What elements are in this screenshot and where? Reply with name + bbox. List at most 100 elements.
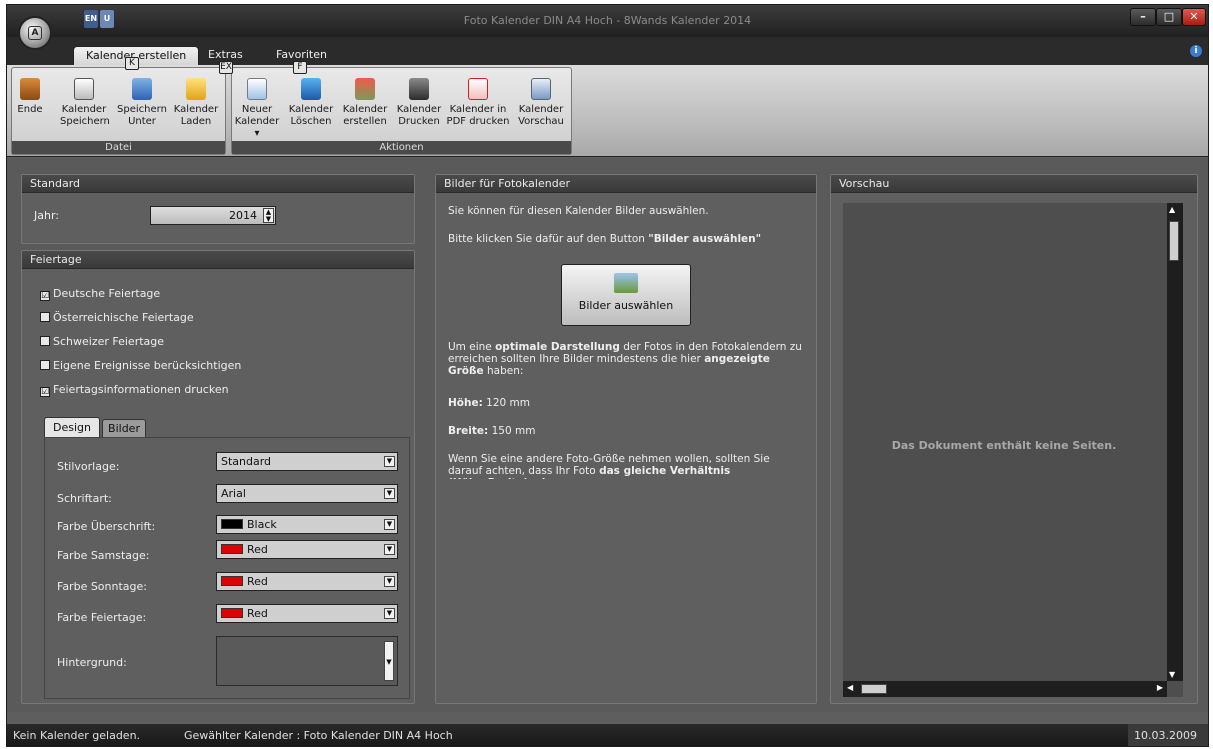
kalender-loeschen-button[interactable]: Kalender Löschen (286, 70, 336, 140)
chevron-down-icon: ▼ (384, 641, 394, 681)
standard-header: Standard (22, 175, 414, 193)
bilder-panel: Bilder für Fotokalender Sie können für d… (435, 174, 817, 704)
kalender-laden-button[interactable]: Kalender Laden (172, 70, 220, 140)
ende-button[interactable]: Ende (14, 70, 46, 140)
checkbox-eigene-ereignisse[interactable]: Eigene Ereignisse berücksichtigen (40, 359, 241, 372)
new-document-icon (247, 78, 267, 100)
speichern-unter-button[interactable]: Speichern Unter (116, 70, 168, 140)
save-as-icon (132, 78, 152, 100)
keytip-k: K (125, 57, 139, 70)
ribbon: Ende Kalender Speichern Speichern Unter … (7, 65, 1208, 157)
color-swatch-red (221, 544, 243, 554)
tab-extras[interactable]: Extras (208, 48, 243, 61)
tab-favoriten[interactable]: Favoriten (276, 48, 327, 61)
farbe-sonntage-select[interactable]: Red ▼ (216, 572, 398, 591)
app-logo-icon: A (28, 26, 42, 40)
ribbon-group-datei: Ende Kalender Speichern Speichern Unter … (11, 67, 226, 155)
farbe-sonntage-label: Farbe Sonntage: (57, 580, 147, 593)
tab-design[interactable]: Design (44, 417, 100, 437)
neuer-kalender-button[interactable]: Neuer Kalender ▾ (234, 70, 280, 140)
app-window: Foto Kalender DIN A4 Hoch - 8Wands Kalen… (6, 4, 1209, 747)
preview-icon (531, 78, 551, 100)
checkbox-schweizer-feiertage[interactable]: Schweizer Feiertage (40, 335, 164, 348)
checkbox-deutsche-feiertage[interactable]: ☑ Deutsche Feiertage (40, 287, 160, 301)
calendar-icon (355, 78, 375, 100)
ribbon-tabs: Kalender erstellen Extras Favoriten K EX… (7, 37, 1208, 74)
trash-icon (301, 78, 321, 100)
stilvorlage-select[interactable]: Standard ▼ (216, 452, 398, 471)
chevron-down-icon: ▼ (384, 519, 395, 530)
status-left: Kein Kalender geladen. (13, 729, 141, 742)
bilder-size-text: Um eine optimale Darstellung der Fotos i… (448, 341, 802, 377)
bilder-header: Bilder für Fotokalender (436, 175, 816, 193)
scroll-left-icon[interactable]: ◀ (847, 683, 853, 692)
checkbox-oesterreichische-feiertage[interactable]: Österreichische Feiertage (40, 311, 194, 324)
checkbox-box (40, 336, 50, 346)
group-caption-datei: Datei (12, 141, 225, 154)
kalender-speichern-button[interactable]: Kalender Speichern (60, 70, 110, 140)
scroll-up-icon[interactable]: ▲ (1169, 205, 1175, 214)
year-spinner[interactable]: 2014 (150, 206, 276, 225)
chevron-down-icon: ▼ (384, 576, 395, 587)
main-content: Standard Jahr: 2014 ▲ ▼ Feiertage ☑ Deutsc… (7, 158, 1208, 712)
app-menu-button[interactable]: A (18, 16, 52, 50)
farbe-ueberschrift-select[interactable]: Black ▼ (216, 515, 398, 534)
bilder-auswaehlen-button[interactable]: Bilder auswählen (561, 264, 691, 326)
scroll-right-icon[interactable]: ▶ (1157, 683, 1163, 692)
breite-text: Breite: 150 mm (448, 425, 536, 437)
save-icon (74, 78, 94, 100)
group-caption-aktionen: Aktionen (232, 141, 571, 154)
farbe-samstage-select[interactable]: Red ▼ (216, 540, 398, 559)
pdf-icon (468, 78, 488, 100)
kalender-pdf-button[interactable]: Kalender in PDF drucken (445, 70, 511, 140)
checkbox-box (40, 360, 50, 370)
keytip-f: F (293, 61, 307, 74)
hintergrund-picker[interactable]: ▼ (216, 636, 398, 686)
preview-area: Das Dokument enthält keine Seiten. ▲ ▼ ◀… (843, 203, 1183, 697)
vorschau-header: Vorschau (831, 175, 1197, 193)
preview-horizontal-scrollbar[interactable]: ◀ ▶ (843, 681, 1167, 697)
preview-empty-message: Das Dokument enthält keine Seiten. (891, 439, 1117, 452)
stilvorlage-label: Stilvorlage: (57, 460, 120, 473)
preview-vertical-scrollbar[interactable]: ▲ ▼ (1167, 203, 1183, 681)
maximize-button[interactable]: □ (1156, 8, 1182, 26)
info-icon[interactable]: i (1190, 45, 1202, 57)
folder-icon (186, 78, 206, 100)
kalender-drucken-button[interactable]: Kalender Drucken (396, 70, 442, 140)
scroll-thumb[interactable] (861, 684, 887, 694)
checkbox-box (40, 312, 50, 322)
farbe-feiertage-select[interactable]: Red ▼ (216, 604, 398, 623)
kalender-vorschau-button[interactable]: Kalender Vorschau (515, 70, 567, 140)
scroll-down-icon[interactable]: ▼ (1169, 670, 1175, 679)
feiertage-panel: Feiertage ☑ Deutsche Feiertage Österreich… (21, 250, 415, 704)
color-swatch-red (221, 608, 243, 618)
chevron-down-icon: ▼ (384, 544, 395, 555)
status-date: 10.03.2009 (1128, 724, 1208, 746)
feiertage-header: Feiertage (22, 251, 414, 269)
tab-bilder[interactable]: Bilder (102, 419, 146, 437)
schriftart-select[interactable]: Arial ▼ (216, 484, 398, 503)
spinner-arrows-icon[interactable]: ▲ ▼ (263, 208, 274, 223)
color-swatch-black (221, 519, 243, 529)
close-button[interactable]: ✕ (1182, 8, 1206, 26)
farbe-samstage-label: Farbe Samstage: (57, 549, 150, 562)
minimize-button[interactable]: – (1130, 8, 1156, 26)
kalender-erstellen-button[interactable]: Kalender erstellen (340, 70, 390, 140)
design-tab-body: Stilvorlage: Standard ▼ Schriftart: Arial… (44, 437, 410, 699)
chevron-down-icon: ▼ (384, 456, 395, 467)
ribbon-group-aktionen: Neuer Kalender ▾ Kalender Löschen Kalend… (231, 67, 572, 155)
scroll-thumb[interactable] (1169, 221, 1179, 261)
chevron-down-icon: ▼ (384, 488, 395, 499)
bilder-ratio-text: Wenn Sie eine andere Foto-Größe nehmen w… (448, 453, 770, 479)
status-bar: Kein Kalender geladen. Gewählter Kalende… (7, 724, 1208, 746)
language-en-icon[interactable]: EN (84, 10, 98, 28)
schriftart-label: Schriftart: (57, 492, 112, 505)
image-icon (614, 273, 638, 293)
bilder-intro-text: Sie können für diesen Kalender Bilder au… (448, 205, 709, 217)
update-icon[interactable]: U (100, 10, 114, 28)
checkbox-feiertagsinformationen[interactable]: ☑ Feiertagsinformationen drucken (40, 383, 229, 397)
bilder-instruction-text: Bitte klicken Sie dafür auf den Button "… (448, 233, 762, 245)
printer-icon (409, 78, 429, 100)
hintergrund-label: Hintergrund: (57, 656, 127, 669)
color-swatch-red (221, 576, 243, 586)
